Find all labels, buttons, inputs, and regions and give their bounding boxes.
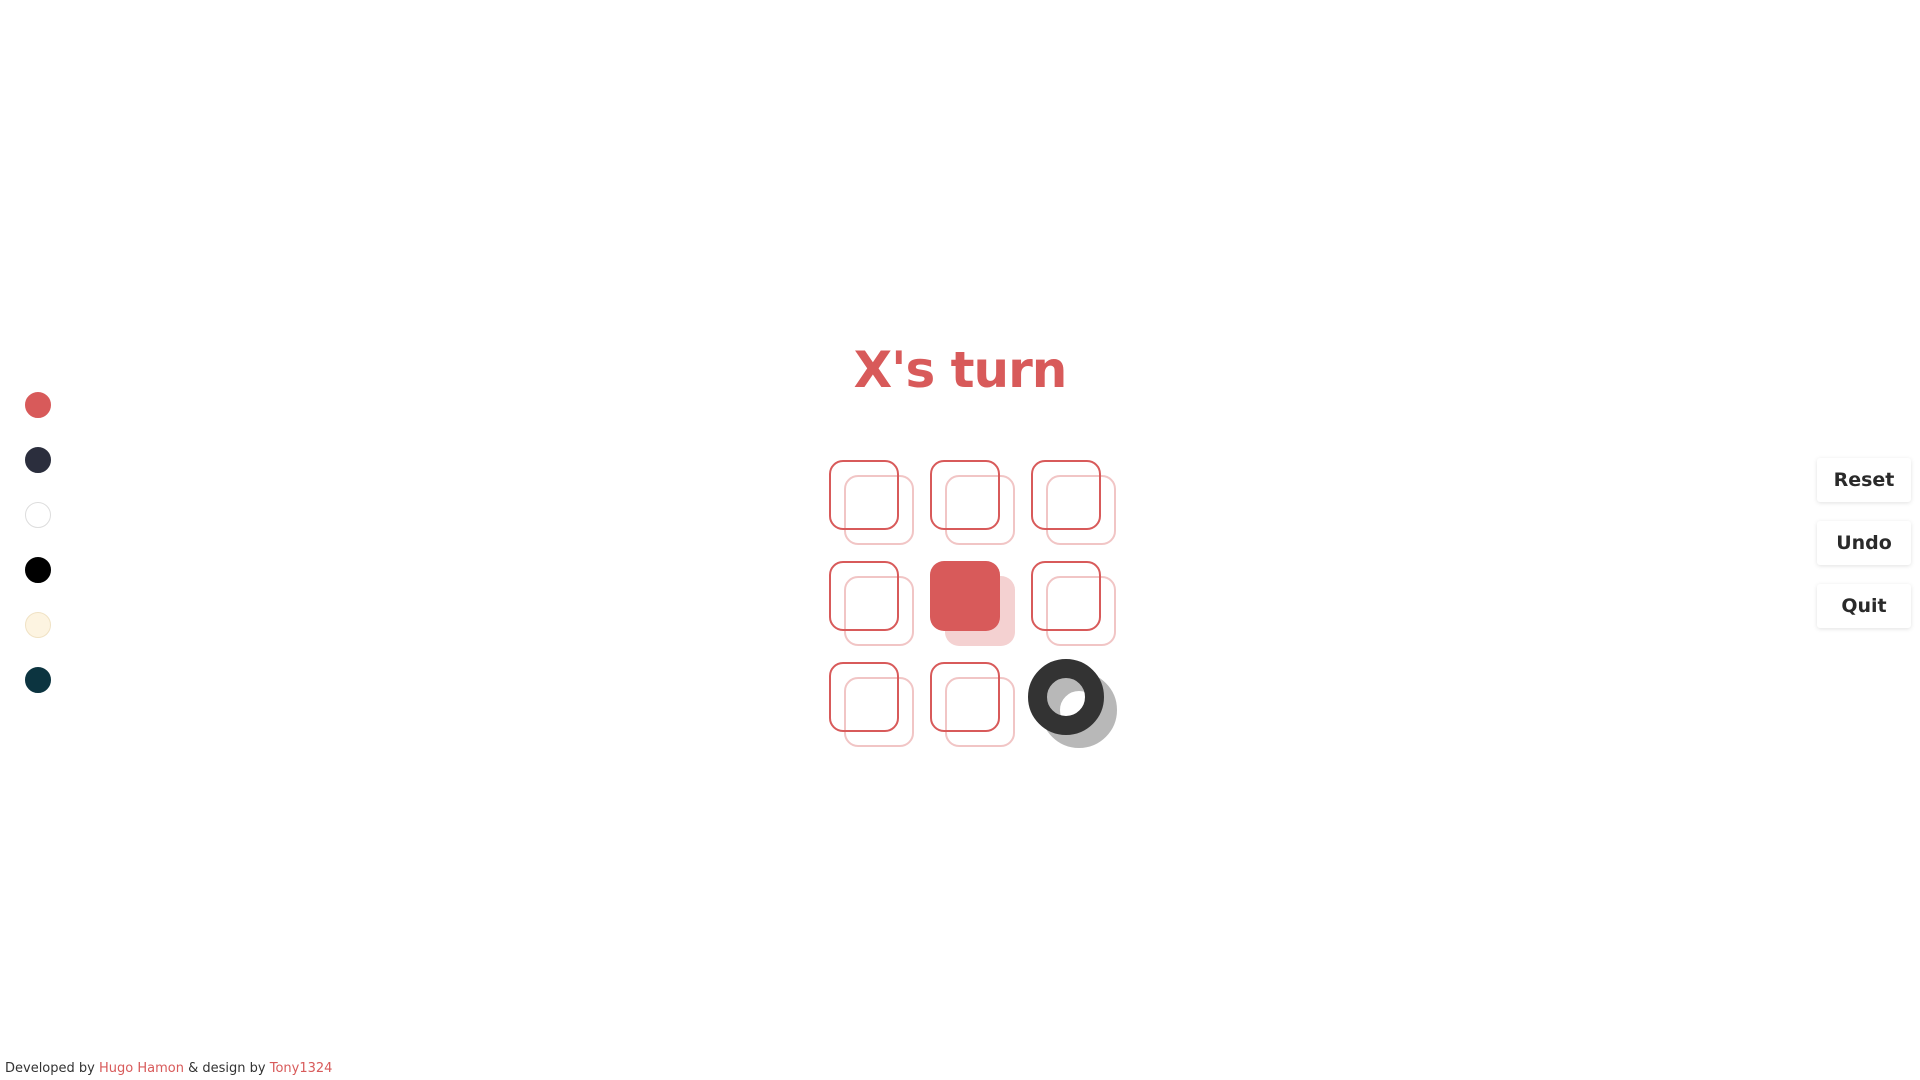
- developed-by-label: Developed by: [5, 1061, 95, 1076]
- o-mark: [1028, 659, 1104, 735]
- game-board: [829, 460, 1119, 750]
- credits-footer: Developed by Hugo Hamon & design by Tony…: [5, 1061, 332, 1076]
- developer-link[interactable]: Hugo Hamon: [99, 1061, 184, 1076]
- board-cell-9-o[interactable]: [1028, 659, 1117, 748]
- board-cell-5-x[interactable]: [930, 561, 1016, 647]
- color-swatch-black[interactable]: [25, 557, 51, 583]
- cell-mark: [930, 460, 1000, 530]
- x-mark: [930, 561, 1000, 631]
- color-swatch-cream[interactable]: [25, 612, 51, 638]
- color-palette: [25, 392, 51, 722]
- cell-mark: [829, 561, 899, 631]
- cell-mark: [1031, 561, 1101, 631]
- cell-mark: [930, 662, 1000, 732]
- board-cell-6[interactable]: [1031, 561, 1117, 647]
- design-by-label: & design by: [188, 1061, 266, 1076]
- cell-mark: [829, 460, 899, 530]
- quit-button[interactable]: Quit: [1817, 584, 1911, 628]
- board-cell-3[interactable]: [1031, 460, 1117, 546]
- game-page: X's turn Reset Undo Quit Developed by Hu…: [0, 0, 1920, 1080]
- undo-button[interactable]: Undo: [1817, 521, 1911, 565]
- board-cell-4[interactable]: [829, 561, 915, 647]
- action-buttons: Reset Undo Quit: [1817, 458, 1911, 647]
- cell-mark: [1031, 460, 1101, 530]
- designer-link[interactable]: Tony1324: [270, 1061, 333, 1076]
- reset-button[interactable]: Reset: [1817, 458, 1911, 502]
- color-swatch-navy[interactable]: [25, 447, 51, 473]
- turn-indicator: X's turn: [853, 341, 1068, 399]
- board-cell-1[interactable]: [829, 460, 915, 546]
- board-cell-2[interactable]: [930, 460, 1016, 546]
- cell-mark: [829, 662, 899, 732]
- board-cell-7[interactable]: [829, 662, 915, 748]
- board-cell-8[interactable]: [930, 662, 1016, 748]
- color-swatch-red[interactable]: [25, 392, 51, 418]
- color-swatch-white[interactable]: [25, 502, 51, 528]
- color-swatch-dark-teal[interactable]: [25, 667, 51, 693]
